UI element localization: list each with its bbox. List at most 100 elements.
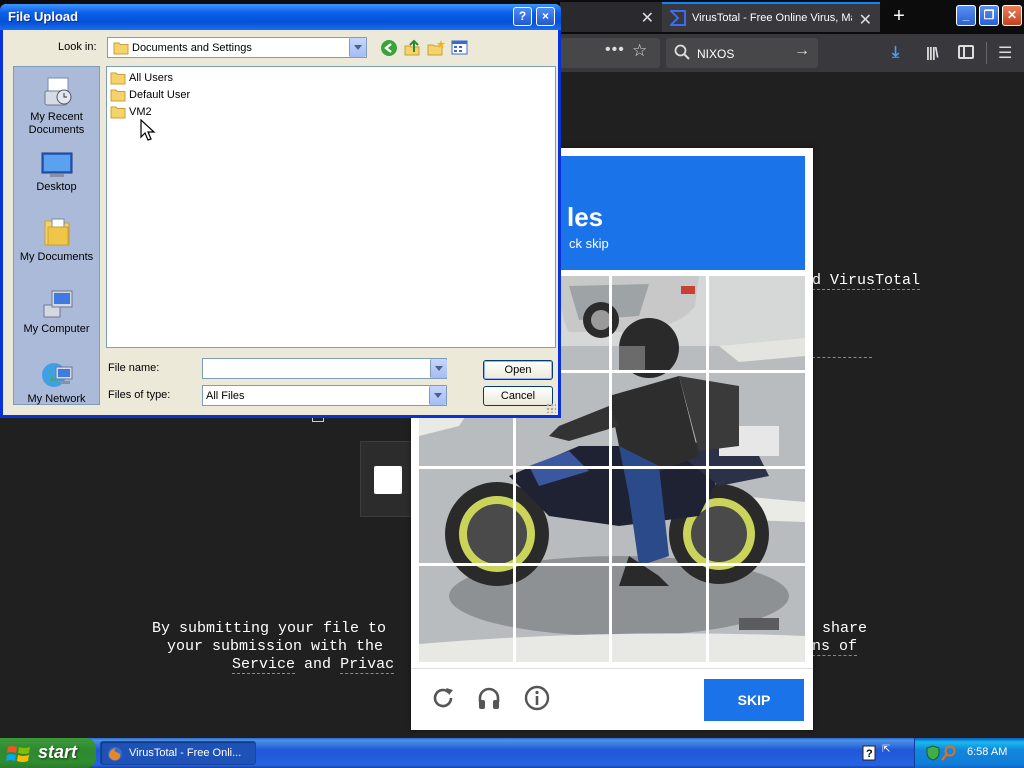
resize-grip-icon[interactable] [546, 403, 556, 413]
mouse-cursor-icon [140, 119, 156, 141]
restore-button[interactable]: ❐ [979, 5, 999, 26]
help-tray-icon[interactable]: ? [862, 745, 876, 761]
clock: 6:58 AM [967, 746, 1008, 758]
file-name-input[interactable] [202, 358, 447, 379]
bookmark-star-icon[interactable]: ☆ [632, 41, 647, 61]
captcha-footer-divider [411, 668, 813, 669]
look-in-label: Look in: [58, 41, 97, 53]
captcha-checkbox[interactable] [374, 466, 402, 494]
files-of-type-select[interactable]: All Files [202, 385, 447, 406]
info-icon[interactable] [523, 684, 551, 712]
dialog-titlebar[interactable]: File Upload ? × [0, 4, 561, 30]
start-button[interactable]: start [0, 738, 96, 768]
tab-virustotal[interactable]: VirusTotal - Free Online Virus, Mal ✕ [662, 2, 880, 32]
files-of-type-label: Files of type: [108, 389, 171, 401]
dashed-link-underline [812, 357, 872, 358]
search-tray-icon[interactable] [941, 745, 957, 761]
place-my-computer[interactable]: My Computer [14, 289, 99, 336]
close-button[interactable]: × [536, 7, 555, 26]
tab-close-icon[interactable]: ✕ [859, 10, 872, 30]
taskbar: start VirusTotal - Free Onli... ? ⇱ 6:58… [0, 738, 1024, 768]
chevron-down-icon[interactable] [430, 359, 447, 378]
reload-icon[interactable] [429, 684, 457, 712]
tab-inactive[interactable]: ✕ [560, 2, 662, 32]
look-in-select[interactable]: Documents and Settings [107, 37, 367, 58]
library-icon[interactable]: |||\ [926, 44, 939, 60]
list-item[interactable]: VM2 [110, 104, 152, 120]
firefox-icon [108, 747, 122, 761]
captcha-title: les [567, 202, 604, 232]
place-my-network[interactable]: My Network [14, 359, 99, 406]
new-folder-icon[interactable] [427, 39, 445, 57]
file-upload-dialog: File Upload ? × Look in: Documents and S… [0, 4, 561, 418]
new-tab-button[interactable]: + [888, 4, 910, 28]
terms-text-line1: By submitting your file to [152, 620, 387, 637]
terms-text-line1-right: share [822, 620, 868, 637]
file-name: VM2 [129, 106, 152, 118]
toolbar-separator [986, 42, 987, 64]
terms-text-line2-right[interactable]: ns of [812, 638, 858, 656]
virustotal-favicon-icon [670, 10, 686, 26]
file-name-label: File name: [108, 362, 160, 374]
taskbar-item-label: VirusTotal - Free Onli... [129, 747, 242, 759]
chevron-down-icon[interactable] [349, 38, 366, 57]
place-label: My Network [27, 393, 86, 405]
tab-close-icon[interactable]: ✕ [641, 8, 654, 28]
sidebar-icon[interactable] [958, 45, 974, 59]
dialog-title: File Upload [8, 9, 79, 24]
folder-icon [110, 106, 126, 119]
privacy-link[interactable]: Privac [340, 656, 395, 674]
page-text-virustotal[interactable]: d VirusTotal [812, 272, 921, 290]
start-label: start [38, 742, 78, 762]
chevron-down-icon[interactable] [429, 386, 446, 405]
arrow-right-icon[interactable]: → [794, 42, 810, 60]
page-actions-icon[interactable]: ••• [605, 41, 625, 59]
hamburger-menu-icon[interactable]: ☰ [998, 43, 1012, 63]
place-label: My Computer [23, 323, 90, 335]
minimize-button[interactable]: _ [956, 5, 976, 26]
place-label: My Documents [19, 251, 94, 263]
recent-documents-icon [44, 77, 71, 106]
back-icon[interactable] [380, 39, 398, 57]
windows-logo-icon [6, 746, 30, 762]
folder-icon [113, 42, 129, 55]
terms-of-service-link[interactable]: Service [232, 656, 296, 674]
file-list[interactable]: All Users Default User VM2 [106, 66, 556, 348]
file-name: Default User [129, 89, 191, 101]
file-name: All Users [129, 72, 174, 84]
place-my-documents[interactable]: My Documents [14, 215, 99, 264]
places-bar: My Recent Documents Desktop My Documents… [13, 66, 100, 405]
place-label: My Recent Documents [28, 111, 85, 136]
skip-button[interactable]: SKIP [704, 679, 804, 721]
terms-and-text: and [304, 656, 332, 673]
security-shield-icon[interactable] [925, 745, 941, 761]
desktop-icon [41, 152, 72, 177]
folder-icon [110, 89, 126, 102]
place-desktop[interactable]: Desktop [14, 151, 99, 194]
my-computer-icon [43, 290, 72, 318]
cancel-button[interactable]: Cancel [483, 386, 553, 406]
views-menu-icon[interactable] [451, 39, 469, 57]
list-item[interactable]: All Users [110, 70, 173, 86]
taskbar-item-firefox[interactable]: VirusTotal - Free Onli... [100, 741, 256, 765]
search-icon [674, 44, 690, 60]
list-item[interactable]: Default User [110, 87, 190, 103]
svg-text:?: ? [866, 748, 873, 760]
window-close-button[interactable]: ✕ [1002, 5, 1022, 26]
download-icon[interactable]: ⤓ [892, 44, 899, 62]
up-folder-icon[interactable] [403, 39, 421, 57]
system-tray: 6:58 AM [914, 738, 1024, 768]
place-my-recent-documents[interactable]: My Recent Documents [14, 75, 99, 137]
grid-line [419, 563, 805, 566]
search-box[interactable]: NIXOS → [666, 38, 818, 68]
open-button[interactable]: Open [483, 360, 553, 380]
tray-expand-icon[interactable]: ⇱ [882, 744, 890, 755]
headphones-icon[interactable] [475, 684, 503, 712]
help-button[interactable]: ? [513, 7, 532, 26]
files-of-type-value: All Files [206, 390, 245, 402]
captcha-subtitle: ck skip [569, 236, 609, 251]
search-text: NIXOS [697, 47, 735, 61]
look-in-value: Documents and Settings [132, 42, 252, 54]
terms-text-line2: your submission with the [167, 638, 384, 655]
grid-line [419, 466, 805, 469]
